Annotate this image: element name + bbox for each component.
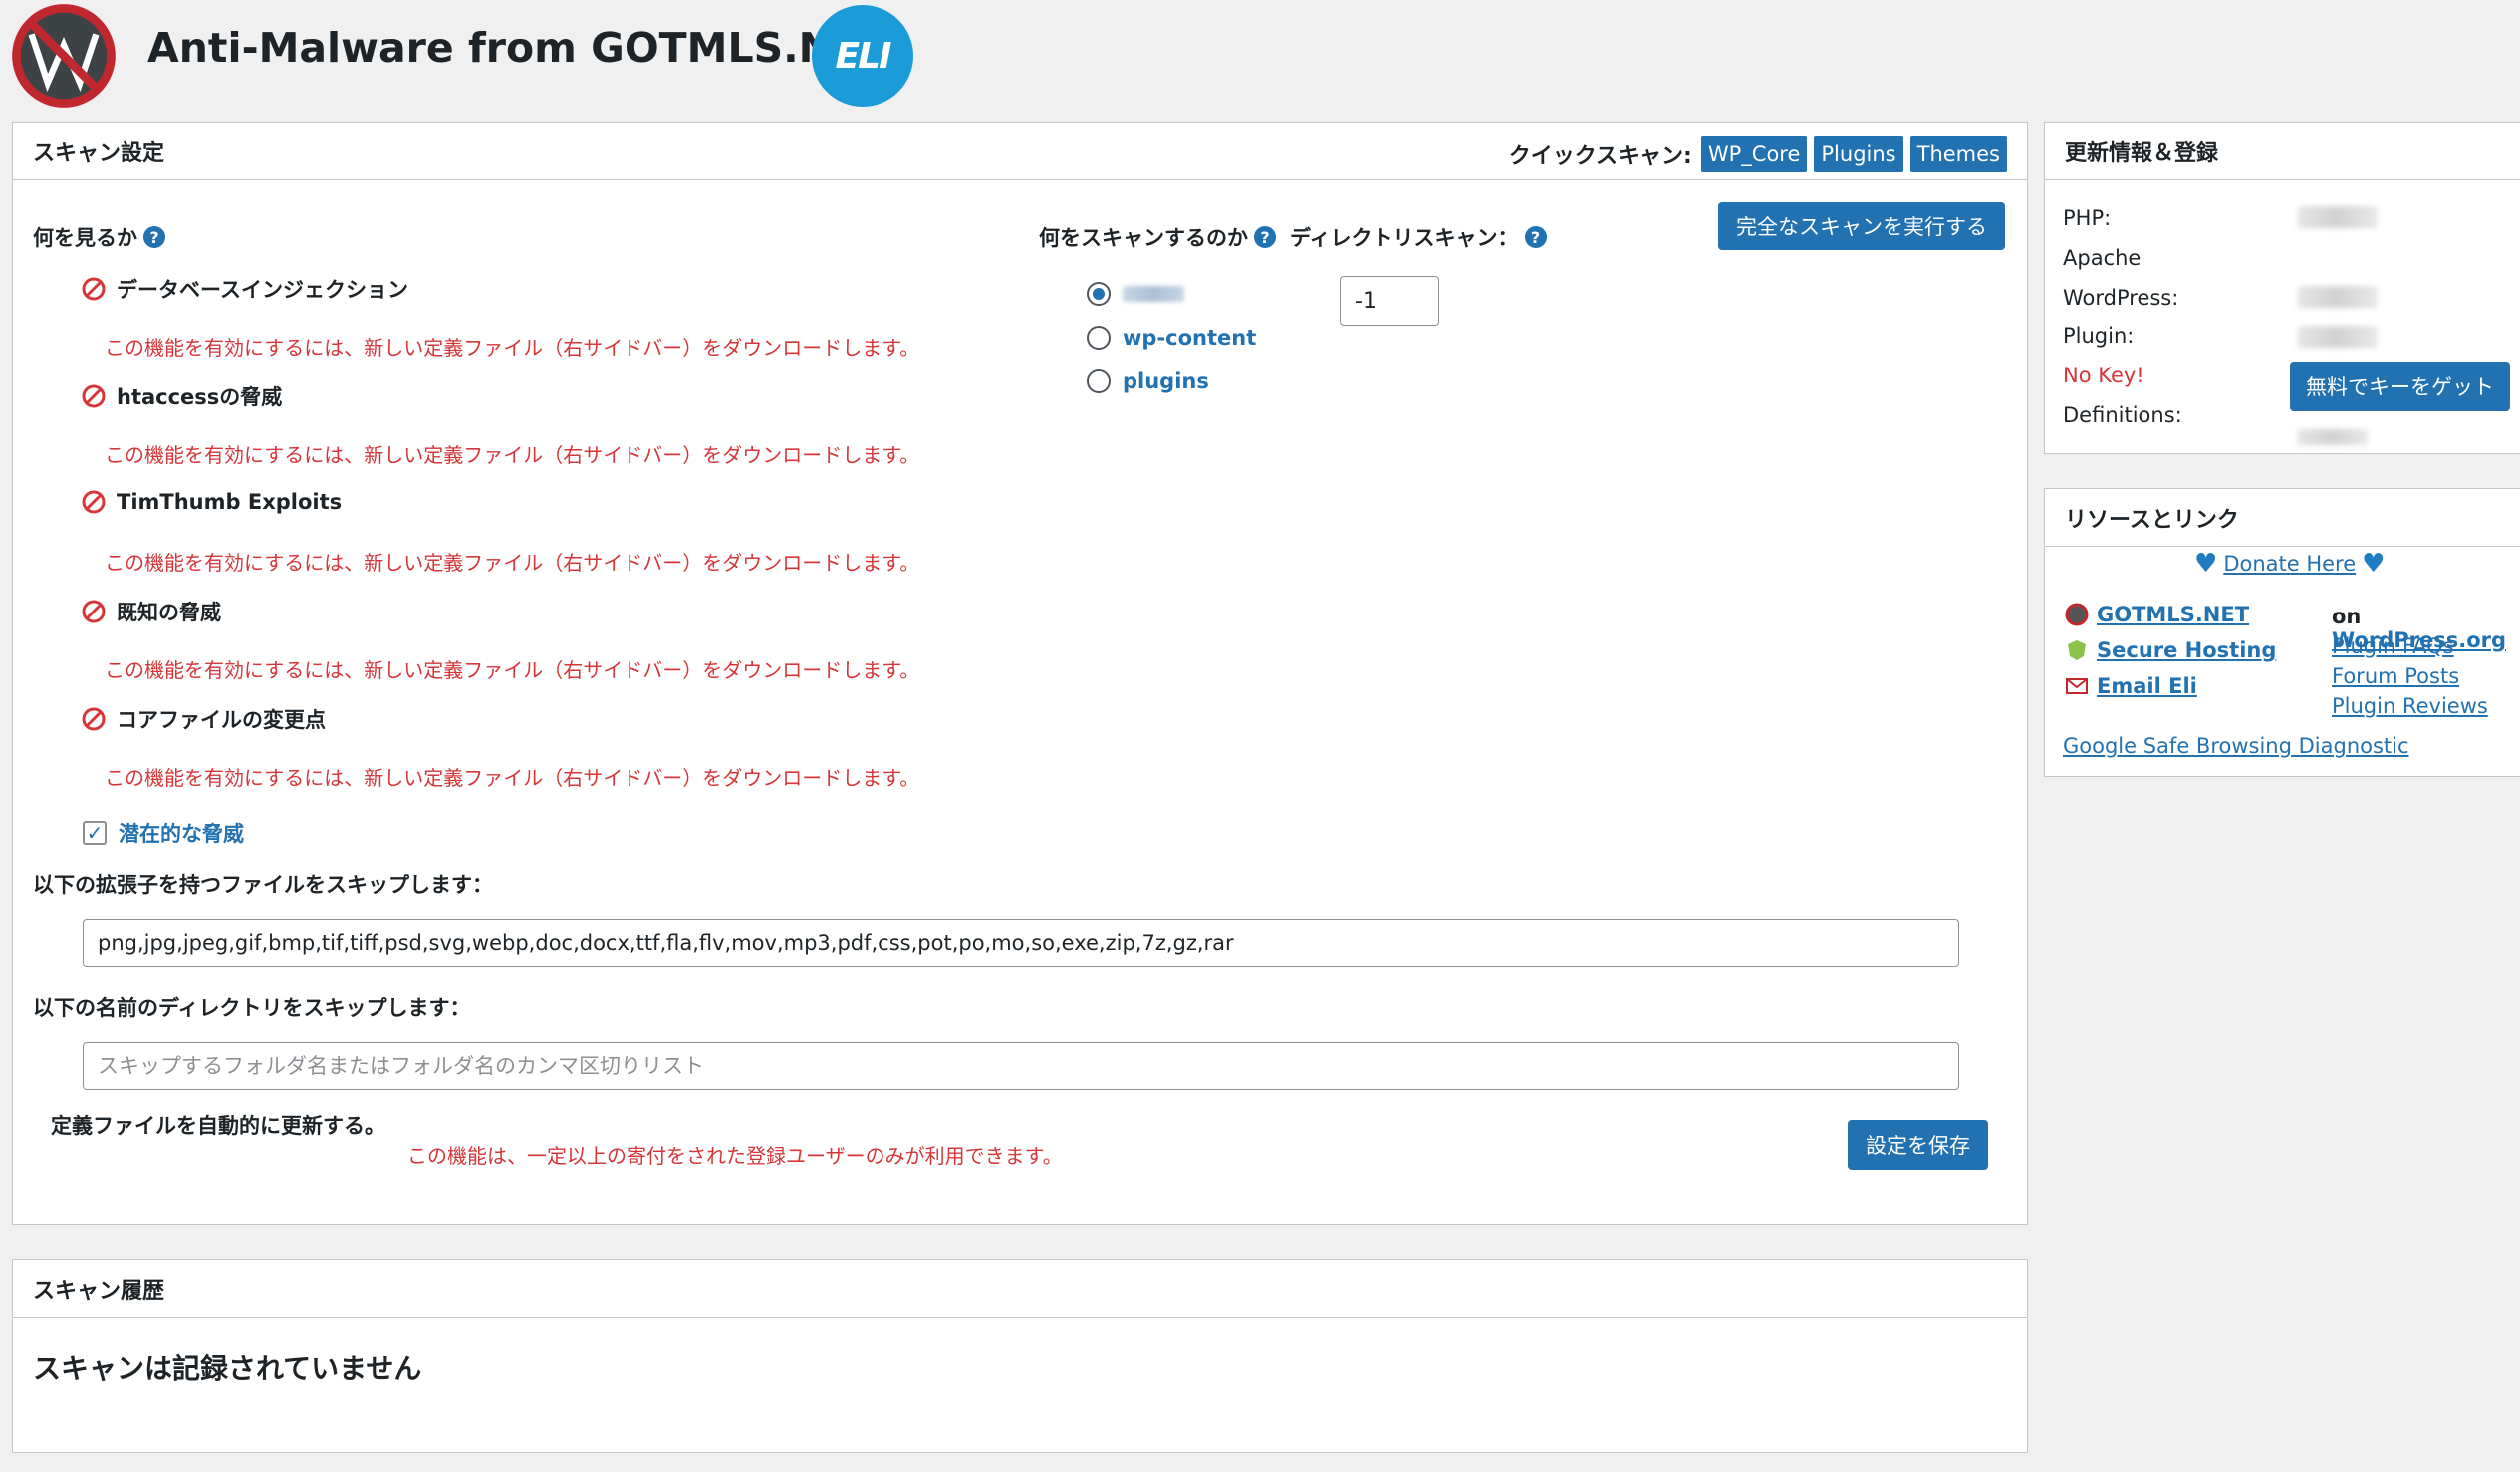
scan-settings-panel: スキャン設定 クイックスキャン: WP_Core Plugins Themes … xyxy=(12,122,2028,1225)
eli-logo-badge[interactable]: ELI xyxy=(812,5,913,107)
quick-scan-plugins-button[interactable]: Plugins xyxy=(1814,136,1903,172)
quick-scan-themes-button[interactable]: Themes xyxy=(1909,136,2007,172)
get-free-key-button[interactable]: 無料でキーをゲット xyxy=(2290,362,2510,411)
scan-history-title: スキャン履歴 xyxy=(33,1278,165,1304)
auto-update-label: 定義ファイルを自動的に更新する。 xyxy=(51,1114,385,1138)
dir-scan-label: ディレクトリスキャン： xyxy=(1290,226,1519,250)
scan-history-panel: スキャン履歴 スキャンは記録されていません xyxy=(12,1259,2028,1453)
heart-icon: ♥ xyxy=(2194,549,2218,579)
option-warning: この機能を有効にするには、新しい定義ファイル（右サイドバー）をダウンロードします… xyxy=(105,551,920,575)
skip-ext-input[interactable] xyxy=(83,919,1959,967)
potential-threats-checkbox[interactable]: ✓ xyxy=(83,821,107,845)
gmail-icon xyxy=(2066,678,2088,694)
safe-browsing-link[interactable]: Google Safe Browsing Diagnostic xyxy=(2063,734,2409,758)
apache-label: Apache xyxy=(2063,246,2142,270)
option-warning: この機能を有効にするには、新しい定義ファイル（右サイドバー）をダウンロードします… xyxy=(105,766,920,790)
scan-history-header: スキャン履歴 xyxy=(13,1260,2027,1318)
no-scans-message: スキャンは記録されていません xyxy=(33,1352,422,1385)
quick-scan-label: クイックスキャン: xyxy=(1508,144,1692,169)
what-to-look-for-label: 何を見るか ? xyxy=(33,222,165,252)
help-icon[interactable]: ? xyxy=(143,226,165,248)
resources-header: リソースとリンク xyxy=(2045,489,2520,547)
plugin-label: Plugin: xyxy=(2063,324,2135,348)
page-title: Anti-Malware from GOTMLS.NET xyxy=(147,24,888,72)
option-db-injection: データベースインジェクション xyxy=(81,274,408,304)
potential-threats-label[interactable]: 潜在的な脅威 xyxy=(119,818,244,848)
email-link-row[interactable]: Email Eli xyxy=(2065,674,2197,698)
option-htaccess: htaccessの脅威 xyxy=(81,381,282,411)
scan-target-root-radio[interactable] xyxy=(1087,282,1111,306)
definitions-value xyxy=(2298,429,2368,445)
no-key-label: No Key! xyxy=(2063,364,2144,387)
wordpress-version-value xyxy=(2298,286,2378,308)
update-info-header: 更新情報＆登録 xyxy=(2045,123,2520,180)
full-scan-button[interactable]: 完全なスキャンを実行する xyxy=(1718,202,2005,250)
plugin-reviews-link[interactable]: Plugin Reviews xyxy=(2332,694,2488,718)
php-version-value xyxy=(2298,206,2378,228)
blocked-icon xyxy=(82,490,106,514)
option-warning: この機能を有効にするには、新しい定義ファイル（右サイドバー）をダウンロードします… xyxy=(105,658,920,682)
php-label: PHP: xyxy=(2063,206,2112,230)
update-info-panel: 更新情報＆登録 PHP: Apache WordPress: Plugin: N… xyxy=(2044,122,2520,454)
gotmls-logo-icon xyxy=(12,4,116,108)
scan-target-wp-content-radio[interactable] xyxy=(1087,326,1111,350)
heart-icon: ♥ xyxy=(2362,549,2386,579)
what-to-scan-label: 何をスキャンするのか ? ディレクトリスキャン： ? xyxy=(1039,222,1547,252)
save-settings-button[interactable]: 設定を保存 xyxy=(1848,1120,1988,1170)
resources-title: リソースとリンク xyxy=(2065,507,2239,533)
forum-posts-link[interactable]: Forum Posts xyxy=(2332,664,2459,688)
gotmls-icon xyxy=(2065,603,2089,626)
skip-dir-input[interactable] xyxy=(83,1042,1959,1090)
quick-scan-group: クイックスキャン: WP_Core Plugins Themes xyxy=(1509,136,2007,172)
donate-link[interactable]: ♥ Donate Here ♥ xyxy=(2194,551,2385,577)
resources-panel: リソースとリンク ♥ Donate Here ♥ GOTMLS.NET Secu… xyxy=(2044,488,2520,777)
blocked-icon xyxy=(82,707,106,731)
scan-target-wp-content[interactable]: wp-content xyxy=(1087,326,1256,350)
blocked-icon xyxy=(82,384,106,408)
quick-scan-wp-core-button[interactable]: WP_Core xyxy=(1700,136,1808,172)
blurred-path xyxy=(1123,286,1184,302)
skip-ext-label: 以下の拡張子を持つファイルをスキップします： xyxy=(33,873,493,897)
option-timthumb: TimThumb Exploits xyxy=(81,489,342,515)
potential-threats-option[interactable]: ✓ 潜在的な脅威 xyxy=(83,818,244,848)
blocked-icon xyxy=(82,600,106,623)
wordpress-label: WordPress: xyxy=(2063,286,2179,310)
help-icon[interactable]: ? xyxy=(1254,226,1276,248)
scan-target-plugins[interactable]: plugins xyxy=(1087,369,1209,393)
definitions-label: Definitions: xyxy=(2063,403,2182,427)
blocked-icon xyxy=(82,277,106,301)
plugin-version-value xyxy=(2298,326,2378,348)
auto-update-note: この機能は、一定以上の寄付をされた登録ユーザーのみが利用できます。 xyxy=(407,1144,1063,1168)
scan-target-root[interactable] xyxy=(1087,282,1184,306)
option-warning: この機能を有効にするには、新しい定義ファイル（右サイドバー）をダウンロードします… xyxy=(105,336,920,360)
scan-settings-title: スキャン設定 xyxy=(33,140,165,166)
update-info-title: 更新情報＆登録 xyxy=(2065,140,2219,166)
hosting-link-row[interactable]: Secure Hosting xyxy=(2065,638,2276,662)
option-warning: この機能を有効にするには、新しい定義ファイル（右サイドバー）をダウンロードします… xyxy=(105,443,920,467)
plugin-faqs-link[interactable]: Plugin FAQs xyxy=(2332,634,2454,658)
help-icon[interactable]: ? xyxy=(1524,226,1547,248)
gotmls-link-row[interactable]: GOTMLS.NET xyxy=(2065,603,2249,626)
skip-dir-label: 以下の名前のディレクトリをスキップします： xyxy=(33,996,471,1020)
dir-depth-input[interactable] xyxy=(1340,276,1439,326)
hosting-shield-icon xyxy=(2068,640,2086,660)
option-core-changes: コアファイルの変更点 xyxy=(81,704,326,734)
option-known-threats: 既知の脅威 xyxy=(81,597,221,626)
scan-target-plugins-radio[interactable] xyxy=(1087,369,1111,393)
